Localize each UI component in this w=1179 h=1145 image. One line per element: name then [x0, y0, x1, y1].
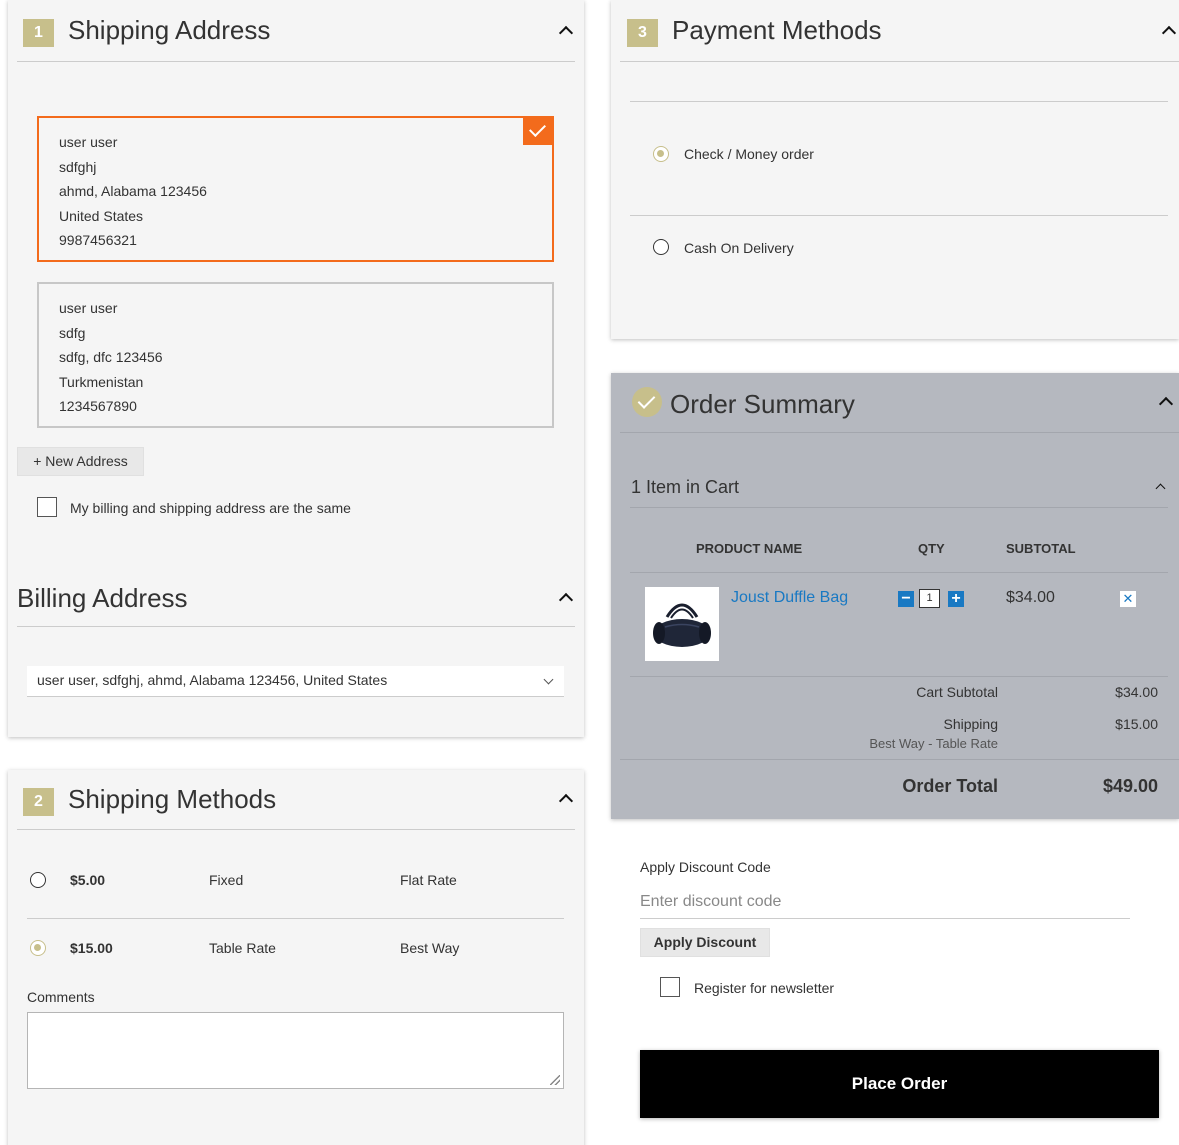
billing-collapse-caret-icon[interactable]	[558, 592, 574, 608]
shipping-methods-header[interactable]: 2 Shipping Methods	[17, 770, 575, 830]
collapse-caret-icon[interactable]	[1161, 25, 1177, 41]
divider	[27, 918, 564, 919]
comments-textarea[interactable]	[27, 1012, 564, 1089]
step-number-badge: 2	[23, 788, 54, 816]
items-in-cart-toggle[interactable]: 1 Item in Cart	[631, 477, 739, 498]
column-header-subtotal: SUBTOTAL	[1006, 541, 1076, 556]
payment-methods-header[interactable]: 3 Payment Methods	[620, 0, 1179, 62]
collapse-caret-icon[interactable]	[558, 25, 574, 41]
resize-grip-icon[interactable]	[550, 1075, 560, 1085]
product-image[interactable]	[645, 587, 719, 661]
divider	[630, 101, 1168, 102]
order-total-value: $49.00	[1102, 776, 1158, 796]
items-caret-icon[interactable]	[1155, 483, 1166, 494]
divider	[630, 507, 1168, 508]
remove-item-icon[interactable]: ✕	[1120, 591, 1136, 607]
divider	[630, 676, 1168, 677]
divider	[630, 572, 1168, 573]
address-street: sdfg	[59, 324, 86, 341]
item-subtotal: $34.00	[1006, 589, 1055, 606]
shipping-method-radio-fixed[interactable]	[30, 872, 46, 888]
cart-subtotal-value: $34.00	[1115, 684, 1158, 700]
address-street: sdfghj	[59, 158, 97, 175]
address-phone: 9987456321	[59, 232, 137, 248]
divider	[630, 215, 1168, 216]
address-phone: 1234567890	[59, 398, 137, 414]
shipping-detail: Best Way - Table Rate	[869, 736, 998, 751]
cart-subtotal-label: Cart Subtotal	[916, 684, 998, 700]
same-address-checkbox[interactable]	[37, 497, 57, 517]
payment-methods-panel: 3 Payment Methods Check / Money order Ca…	[611, 0, 1179, 339]
discount-code-input[interactable]: Enter discount code	[640, 885, 1130, 919]
shipping-method-radio-table[interactable]	[30, 940, 46, 956]
address-card-selected[interactable]: user user sdfghj ahmd, Alabama 123456 Un…	[37, 116, 554, 262]
order-total-label: Order Total	[902, 776, 998, 796]
qty-input[interactable]: 1	[919, 589, 940, 608]
shipping-price: $5.00	[70, 872, 106, 888]
billing-address-title: Billing Address	[17, 583, 188, 613]
shipping-method-name: Table Rate	[209, 940, 276, 956]
shipping-carrier: Best Way	[400, 940, 460, 956]
address-card[interactable]: user user sdfg sdfg, dfc 123456 Turkmeni…	[37, 282, 554, 428]
shipping-method-name: Fixed	[209, 872, 244, 888]
shipping-label: Shipping	[943, 716, 999, 732]
order-summary-title: Order Summary	[670, 389, 855, 419]
billing-address-value: user user, sdfghj, ahmd, Alabama 123456,…	[37, 672, 388, 688]
column-header-product: PRODUCT NAME	[696, 541, 803, 556]
check-circle-icon	[632, 387, 662, 417]
newsletter-checkbox[interactable]	[660, 977, 680, 997]
apply-discount-button[interactable]: Apply Discount	[640, 928, 770, 957]
shipping-price: $15.00	[70, 940, 113, 956]
payment-methods-title: Payment Methods	[672, 15, 882, 45]
chevron-down-icon	[543, 674, 554, 685]
billing-address-select[interactable]: user user, sdfghj, ahmd, Alabama 123456,…	[27, 666, 564, 697]
collapse-caret-icon[interactable]	[1158, 396, 1174, 412]
order-summary-panel: Order Summary 1 Item in Cart PRODUCT NAM…	[611, 373, 1179, 819]
step-number-badge: 1	[23, 19, 54, 47]
shipping-value: $15.00	[1115, 716, 1158, 732]
column-header-qty: QTY	[918, 541, 945, 556]
comments-label: Comments	[27, 989, 95, 1005]
payment-option-label: Check / Money order	[684, 146, 814, 162]
address-city: ahmd, Alabama 123456	[59, 183, 207, 199]
collapse-caret-icon[interactable]	[558, 793, 574, 809]
address-city: sdfg, dfc 123456	[59, 349, 163, 365]
selected-check-icon	[523, 116, 554, 145]
divider	[620, 432, 1179, 433]
new-address-button[interactable]: + New Address	[17, 447, 144, 476]
payment-radio-check[interactable]	[653, 146, 669, 162]
divider	[620, 759, 1179, 760]
shipping-address-panel: 1 Shipping Address user user sdfghj ahmd…	[8, 0, 584, 737]
duffle-bag-icon	[653, 603, 711, 647]
shipping-methods-panel: 2 Shipping Methods $5.00 Fixed Flat Rate…	[8, 770, 584, 1145]
qty-increase-button[interactable]: +	[948, 591, 964, 607]
product-name-link[interactable]: Joust Duffle Bag	[731, 589, 848, 607]
shipping-address-header[interactable]: 1 Shipping Address	[17, 0, 575, 62]
place-order-button[interactable]: Place Order	[640, 1050, 1159, 1118]
discount-code-label: Apply Discount Code	[640, 859, 771, 875]
address-name: user user	[59, 134, 118, 150]
qty-decrease-button[interactable]: −	[898, 591, 914, 607]
payment-radio-cod[interactable]	[653, 239, 669, 255]
shipping-methods-title: Shipping Methods	[68, 784, 277, 814]
step-number-badge: 3	[627, 19, 658, 47]
payment-option-label: Cash On Delivery	[684, 240, 794, 256]
divider	[17, 626, 575, 627]
shipping-carrier: Flat Rate	[400, 872, 457, 888]
same-address-label: My billing and shipping address are the …	[70, 500, 351, 516]
address-name: user user	[59, 300, 118, 316]
address-country: Turkmenistan	[59, 373, 144, 390]
shipping-address-title: Shipping Address	[68, 15, 271, 45]
address-country: United States	[59, 207, 144, 224]
newsletter-label: Register for newsletter	[694, 980, 835, 996]
